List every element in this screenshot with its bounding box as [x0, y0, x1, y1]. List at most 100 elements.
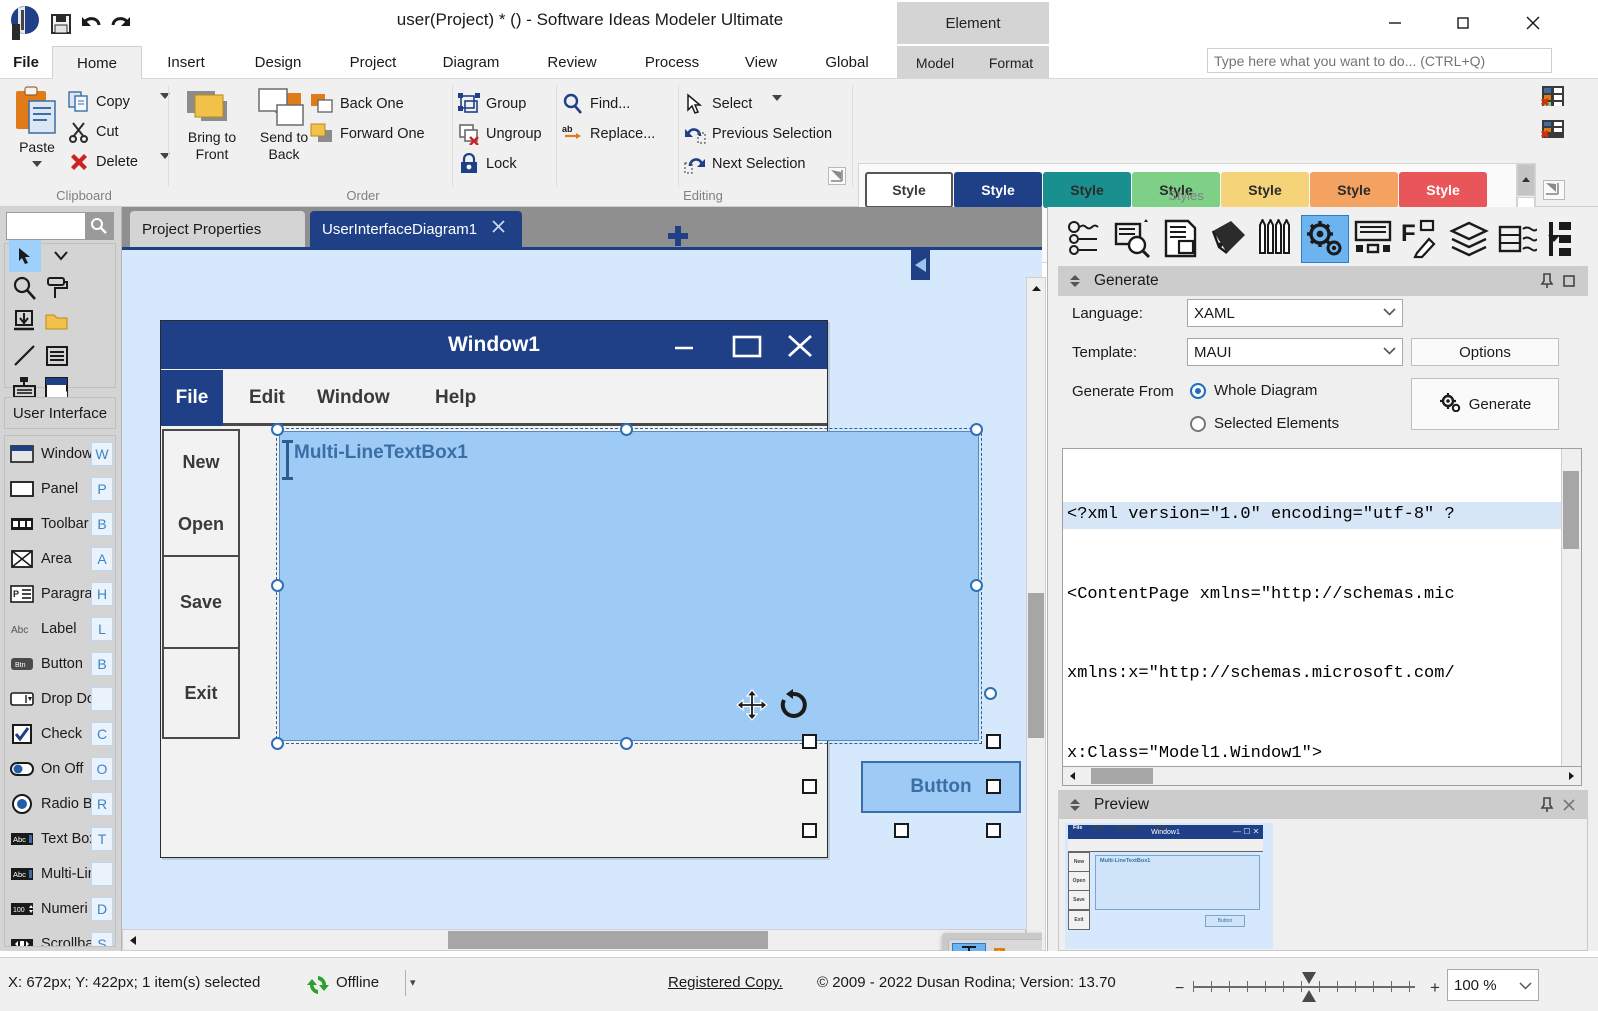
preview-panel-body[interactable]: Window1 — ☐ ✕ File Edit Window Help New …	[1058, 818, 1588, 951]
doc-tab-userinterfacediagram1[interactable]: UserInterfaceDiagram1	[310, 211, 522, 247]
code-scroll-down-icon[interactable]	[1566, 690, 1581, 770]
toolbox-item-numeric[interactable]: 100 Numeri D	[5, 891, 115, 926]
doc-tab-project-properties[interactable]: Project Properties	[130, 211, 305, 247]
window-close-all-icon[interactable]	[1540, 119, 1567, 145]
document-icon[interactable]	[1157, 215, 1205, 263]
styles-pens-icon[interactable]	[1253, 215, 1301, 263]
hscroll-thumb[interactable]	[448, 931, 768, 949]
generate-gears-icon[interactable]	[1301, 215, 1349, 263]
ribbon-tab-design[interactable]: Design	[230, 46, 326, 79]
paste-dropdown-icon[interactable]	[32, 161, 42, 167]
toolbox-item-textbox[interactable]: Abc Text Box T	[5, 821, 115, 856]
pin-icon[interactable]	[1536, 797, 1558, 813]
toolbox-item-window[interactable]: Window W	[5, 436, 115, 471]
rotate-icon[interactable]	[777, 689, 809, 724]
toolbox-item-checkbox[interactable]: Check C	[5, 716, 115, 751]
canvas-vscrollbar[interactable]	[1026, 277, 1046, 951]
forward-one-button[interactable]: Forward One	[310, 121, 475, 147]
selection-handle-bl[interactable]	[802, 823, 817, 838]
pin-icon[interactable]	[1536, 273, 1558, 289]
mockup-close-icon[interactable]	[783, 333, 817, 359]
selection-handle-ml[interactable]	[802, 779, 817, 794]
code-hscrollbar[interactable]	[1062, 766, 1582, 786]
paint-roller-icon[interactable]	[41, 272, 73, 304]
template-select[interactable]: MAUI	[1187, 338, 1403, 366]
layout-icon[interactable]	[1349, 215, 1397, 263]
layers-icon[interactable]	[1445, 215, 1493, 263]
expander-icon[interactable]	[1064, 273, 1086, 289]
mockup-menu-edit[interactable]: Edit	[233, 370, 301, 426]
ribbon-tab-file[interactable]: File	[0, 46, 52, 79]
zoom-level-select[interactable]: 100 %	[1447, 969, 1539, 1001]
code-hscroll-thumb[interactable]	[1091, 768, 1153, 784]
group-button[interactable]: Group	[458, 91, 554, 117]
expander-icon[interactable]	[1064, 797, 1086, 813]
paste-button[interactable]: Paste	[8, 85, 66, 167]
canvas-collapse-button[interactable]	[911, 250, 930, 280]
ribbon-tab-format[interactable]: Format	[973, 46, 1049, 79]
toolbox-item-button[interactable]: Btn Button B	[5, 646, 115, 681]
styles-dialog-launcher[interactable]	[1543, 180, 1565, 200]
back-one-button[interactable]: Back One	[310, 91, 445, 117]
mockup-menu-item-exit[interactable]: Exit	[164, 649, 238, 737]
find-button[interactable]: Find...	[562, 91, 662, 117]
resize-handle-br[interactable]	[984, 687, 997, 700]
move-icon[interactable]	[736, 689, 768, 724]
toolbox-search[interactable]	[6, 212, 114, 240]
magnifier-icon[interactable]	[9, 272, 41, 304]
close-icon[interactable]	[491, 219, 506, 239]
diagram-icon[interactable]	[1205, 215, 1253, 263]
canvas-surface[interactable]: Window1 File Edit Window Help New Open S…	[122, 250, 1042, 930]
scroll-up-icon[interactable]	[1026, 278, 1046, 298]
code-vscroll-thumb[interactable]	[1563, 471, 1579, 549]
select-dropdown-icon[interactable]	[772, 95, 782, 101]
toolbox-item-toolbar[interactable]: Toolbar B	[5, 506, 115, 541]
selection-handle-bc[interactable]	[894, 823, 909, 838]
selection-handle-tl[interactable]	[802, 734, 817, 749]
window-list-icon[interactable]	[1540, 85, 1567, 111]
toolbox-item-dropdown[interactable]: Drop Do...	[5, 681, 115, 716]
code-scroll-right-icon[interactable]	[1561, 766, 1581, 786]
code-vscrollbar[interactable]	[1561, 449, 1581, 772]
radio-whole-diagram[interactable]: Whole Diagram	[1190, 382, 1317, 399]
ribbon-tab-project[interactable]: Project	[326, 46, 420, 79]
options-button[interactable]: Options	[1411, 338, 1559, 366]
close-button[interactable]	[1510, 4, 1556, 42]
selection-handle-mr[interactable]	[986, 779, 1001, 794]
resize-handle-bl[interactable]	[271, 737, 284, 750]
chevron-down-icon[interactable]	[45, 240, 77, 272]
sync-icon[interactable]	[307, 974, 329, 999]
resize-handle-mr[interactable]	[970, 579, 983, 592]
mockup-minimize-icon[interactable]	[671, 333, 697, 359]
mockup-menu-file[interactable]: File	[161, 370, 223, 426]
mockup-window[interactable]: Window1 File Edit Window Help New Open S…	[160, 320, 1021, 858]
format-icon[interactable]: F	[1397, 215, 1445, 263]
lock-button[interactable]: Lock	[458, 151, 548, 177]
ribbon-tab-model[interactable]: Model	[897, 46, 973, 79]
text-to-shape-icon[interactable]: AA	[990, 943, 1024, 951]
size-label-icon[interactable]: #x# px	[952, 943, 986, 951]
mockup-menu-item-open[interactable]: Open	[164, 493, 238, 555]
resize-handle-tr[interactable]	[970, 423, 983, 436]
radio-selected-elements[interactable]: Selected Elements	[1190, 415, 1339, 432]
ribbon-tab-process[interactable]: Process	[622, 46, 722, 79]
mockup-menu-item-new[interactable]: New	[164, 431, 238, 493]
previous-selection-button[interactable]: Previous Selection	[684, 121, 842, 147]
next-selection-button[interactable]: Next Selection	[684, 151, 832, 177]
editing-dialog-launcher[interactable]	[828, 167, 846, 185]
generate-button[interactable]: Generate	[1411, 378, 1559, 430]
grid-rows-icon[interactable]	[1493, 215, 1541, 263]
bring-to-front-button[interactable]: Bring to Front	[176, 87, 248, 163]
maximize-button[interactable]	[1440, 4, 1486, 42]
mockup-menu-item-save[interactable]: Save	[164, 557, 238, 647]
status-overflow-icon[interactable]: ▾	[410, 976, 416, 989]
mockup-menu-help[interactable]: Help	[419, 370, 492, 426]
delete-button[interactable]: Delete	[68, 149, 160, 175]
search-icon[interactable]	[85, 213, 113, 239]
resize-handle-bc[interactable]	[620, 737, 633, 750]
scroll-left-icon[interactable]	[123, 930, 143, 950]
registered-copy-link[interactable]: Registered Copy.	[668, 974, 783, 991]
context-tab-group-element[interactable]: Element	[897, 2, 1049, 44]
replace-button[interactable]: ab Replace...	[562, 121, 672, 147]
ribbon-tab-view[interactable]: View	[722, 46, 800, 79]
